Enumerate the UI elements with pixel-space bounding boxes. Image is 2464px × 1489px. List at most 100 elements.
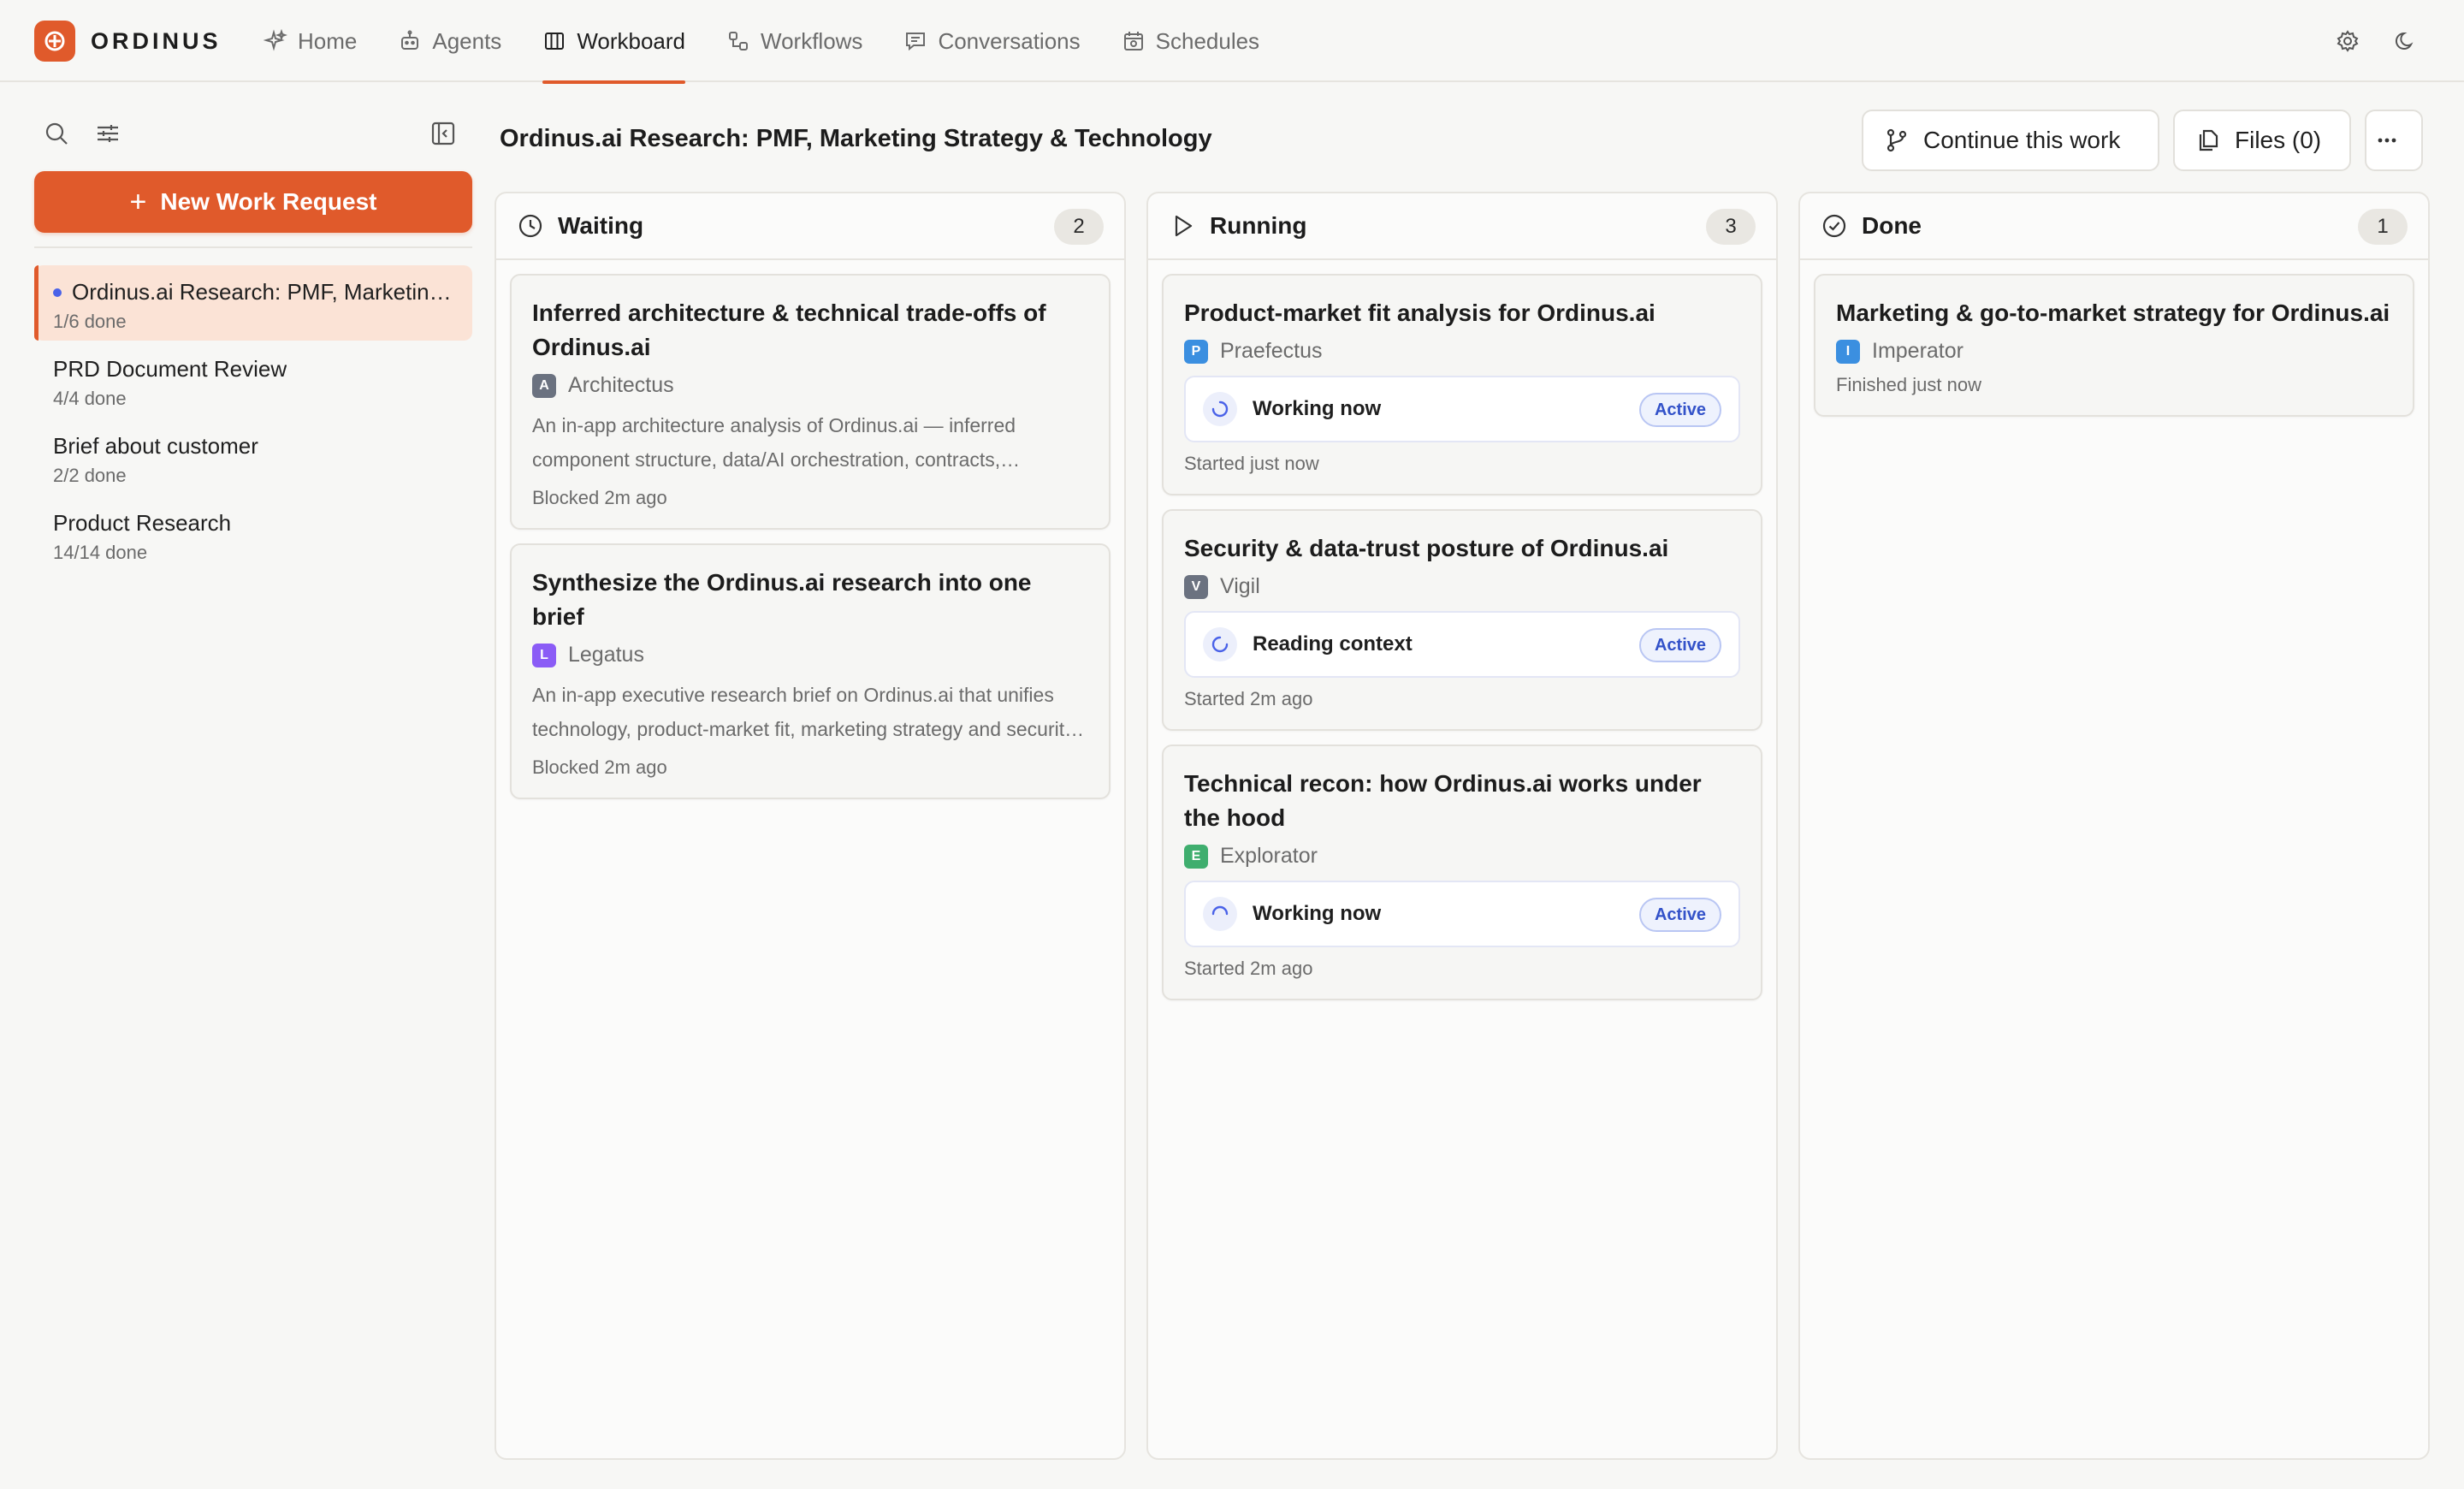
task-card[interactable]: Technical recon: how Ordinus.ai works un…	[1162, 744, 1762, 1000]
active-status-badge: Active	[1638, 393, 1721, 427]
ordinus-logo-icon	[34, 21, 75, 62]
chat-icon	[906, 33, 926, 51]
collapse-sidebar-icon[interactable]	[428, 118, 459, 149]
nav-workboard[interactable]: Workboard	[542, 0, 685, 84]
work-item-customer-brief[interactable]: Brief about customer 2/2 done	[34, 419, 472, 495]
agent-name: Architectus	[568, 373, 674, 397]
work-item-progress: 4/4 done	[53, 388, 127, 409]
task-card[interactable]: Inferred architecture & technical trade-…	[510, 274, 1111, 530]
continue-work-button[interactable]: Continue this work	[1862, 110, 2159, 171]
spinner-icon	[1203, 392, 1237, 426]
work-item-title: Product Research	[53, 510, 232, 536]
brand[interactable]: ORDINUS	[34, 21, 222, 62]
task-agent: P Praefectus	[1184, 339, 1740, 364]
agent-avatar: A	[532, 373, 556, 398]
column-header: Running 3	[1148, 193, 1776, 260]
task-title: Marketing & go-to-market strategy for Or…	[1836, 300, 2390, 326]
agent-name: Vigil	[1220, 574, 1260, 598]
task-title: Inferred architecture & technical trade-…	[532, 300, 1046, 360]
workflow-icon	[729, 32, 748, 50]
agent-name: Imperator	[1872, 339, 1964, 363]
column-title: Waiting	[558, 212, 644, 239]
board-icon	[545, 33, 565, 50]
task-card[interactable]: Synthesize the Ordinus.ai research into …	[510, 543, 1111, 799]
column-waiting: Waiting 2 Inferred architecture & techni…	[495, 192, 1126, 1460]
column-header: Done 1	[1800, 193, 2428, 260]
calendar-icon	[1123, 32, 1143, 50]
sparkle-icon	[264, 29, 287, 51]
task-meta: Started just now	[1184, 453, 1319, 474]
work-item-title: Brief about customer	[53, 433, 258, 459]
status-text: Reading context	[1253, 632, 1413, 656]
task-card[interactable]: Marketing & go-to-market strategy for Or…	[1814, 274, 2414, 417]
work-item-title: PRD Document Review	[53, 356, 287, 382]
nav-conversations-label: Conversations	[938, 27, 1081, 54]
agent-avatar: P	[1184, 339, 1208, 364]
check-circle-icon	[1822, 214, 1846, 238]
task-meta: Started 2m ago	[1184, 688, 1313, 709]
top-navigation-bar: ORDINUS Home Agents Workboard Workflows …	[0, 0, 2464, 84]
search-icon[interactable]	[41, 118, 72, 149]
column-count-badge: 1	[2358, 209, 2408, 245]
work-item-product-research[interactable]: Product Research 14/14 done	[34, 496, 472, 572]
nav-schedules[interactable]: Schedules	[1122, 0, 1259, 82]
nav-conversations[interactable]: Conversations	[903, 0, 1081, 82]
files-button[interactable]: Files (0)	[2173, 110, 2351, 171]
work-item-progress: 1/6 done	[53, 311, 127, 332]
column-header: Waiting 2	[496, 193, 1124, 260]
work-item-prd-review[interactable]: PRD Document Review 4/4 done	[34, 342, 472, 418]
task-agent: L Legatus	[532, 643, 1088, 667]
nav-workflows[interactable]: Workflows	[726, 0, 862, 82]
nav-schedules-label: Schedules	[1155, 27, 1260, 54]
work-item-progress: 2/2 done	[53, 465, 127, 486]
active-dot-icon	[53, 288, 62, 297]
task-title: Security & data-trust posture of Ordinus…	[1184, 535, 1669, 561]
new-work-request-button[interactable]: + New Work Request	[34, 171, 472, 233]
agent-name: Legatus	[568, 643, 644, 667]
work-item-progress: 14/14 done	[53, 542, 148, 563]
agent-avatar: E	[1184, 844, 1208, 869]
agent-name: Praefectus	[1220, 339, 1323, 363]
task-status: Working now Active	[1184, 881, 1740, 947]
work-item-ordinus-research[interactable]: Ordinus.ai Research: PMF, Marketing Stra…	[34, 265, 472, 341]
task-agent: A Architectus	[532, 373, 1088, 398]
task-meta: Blocked 2m ago	[532, 487, 667, 508]
robot-icon	[401, 30, 419, 50]
settings-gear-icon[interactable]	[2332, 26, 2363, 56]
plus-icon: +	[129, 186, 147, 218]
continue-work-label: Continue this work	[1923, 127, 2121, 153]
branch-icon	[1886, 128, 1907, 152]
main-nav: Home Agents Workboard Workflows Conversa…	[264, 0, 1300, 84]
clock-icon	[518, 214, 542, 238]
agent-name: Explorator	[1220, 844, 1318, 868]
spinner-icon	[1203, 897, 1237, 931]
more-options-button[interactable]	[2365, 110, 2423, 171]
nav-home[interactable]: Home	[264, 0, 357, 82]
more-dots-icon	[2378, 138, 2396, 143]
brand-name: ORDINUS	[91, 27, 222, 54]
dark-mode-moon-icon[interactable]	[2390, 26, 2421, 56]
top-actions	[2305, 26, 2421, 56]
filter-sliders-icon[interactable]	[92, 118, 123, 149]
task-description: An in-app executive research brief on Or…	[532, 684, 1075, 740]
status-text: Working now	[1253, 397, 1382, 420]
agent-avatar: V	[1184, 574, 1208, 599]
task-agent: I Imperator	[1836, 339, 2392, 364]
nav-workboard-label: Workboard	[577, 27, 685, 54]
task-title: Technical recon: how Ordinus.ai works un…	[1184, 770, 1702, 831]
column-count-badge: 2	[1054, 209, 1104, 245]
play-icon	[1175, 215, 1193, 237]
task-title: Product-market fit analysis for Ordinus.…	[1184, 300, 1656, 326]
nav-agents-label: Agents	[432, 27, 502, 54]
column-title: Running	[1210, 212, 1307, 239]
task-meta: Finished just now	[1836, 374, 1981, 395]
task-meta: Started 2m ago	[1184, 958, 1313, 979]
nav-agents[interactable]: Agents	[398, 0, 501, 82]
task-meta: Blocked 2m ago	[532, 756, 667, 778]
task-card[interactable]: Security & data-trust posture of Ordinus…	[1162, 509, 1762, 731]
task-card[interactable]: Product-market fit analysis for Ordinus.…	[1162, 274, 1762, 495]
sidebar-divider	[34, 246, 472, 248]
files-label: Files (0)	[2235, 127, 2322, 153]
column-title: Done	[1862, 212, 1922, 239]
work-request-list: Ordinus.ai Research: PMF, Marketing Stra…	[34, 265, 472, 573]
